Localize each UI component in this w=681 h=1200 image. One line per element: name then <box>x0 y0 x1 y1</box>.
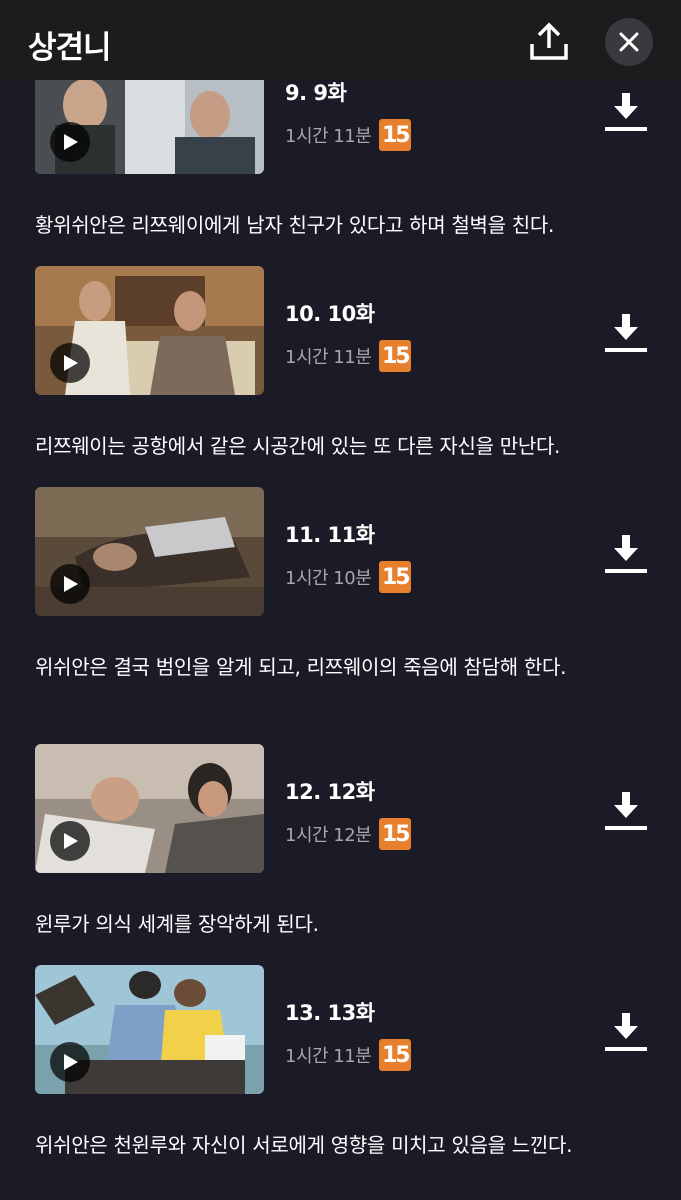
age-rating-label: 15 <box>381 343 411 369</box>
download-icon <box>605 314 647 352</box>
episode-title: 12. 12화 <box>285 780 375 804</box>
age-rating-badge: 15 <box>379 561 412 593</box>
download-icon <box>605 792 647 830</box>
download-button[interactable] <box>602 91 650 135</box>
age-rating-label: 15 <box>381 122 411 148</box>
episode-meta: 1시간 11분 15 <box>285 1039 412 1071</box>
share-upload-icon <box>530 22 568 60</box>
episode-description: 윈루가 의식 세계를 장악하게 된다. <box>35 912 319 936</box>
episode-description: 황위쉬안은 리쯔웨이에게 남자 친구가 있다고 하며 철벽을 친다. <box>35 213 555 237</box>
episode-title: 9. 9화 <box>285 81 347 105</box>
close-button[interactable] <box>605 18 653 66</box>
download-icon <box>605 93 647 131</box>
download-button[interactable] <box>602 312 650 356</box>
age-rating-badge: 15 <box>379 818 412 850</box>
episode-thumbnail[interactable] <box>35 266 264 395</box>
play-icon[interactable] <box>50 1042 90 1082</box>
age-rating-label: 15 <box>381 1042 411 1068</box>
age-rating-badge: 15 <box>379 340 412 372</box>
download-icon <box>605 535 647 573</box>
age-rating-label: 15 <box>381 821 411 847</box>
page-title: 상견니 <box>28 30 112 66</box>
play-icon[interactable] <box>50 122 90 162</box>
download-button[interactable] <box>602 790 650 834</box>
episode-description: 위쉬안은 결국 범인을 알게 되고, 리쯔웨이의 죽음에 참담해 한다. <box>35 655 567 679</box>
episode-duration: 1시간 11분 <box>285 126 372 147</box>
age-rating-badge: 15 <box>379 1039 412 1071</box>
episode-meta: 1시간 11분 15 <box>285 119 412 151</box>
episode-duration: 1시간 11분 <box>285 347 372 368</box>
play-icon[interactable] <box>50 343 90 383</box>
episode-title: 11. 11화 <box>285 523 375 547</box>
close-icon <box>619 32 639 52</box>
episode-meta: 1시간 12분 15 <box>285 818 412 850</box>
download-button[interactable] <box>602 533 650 577</box>
episode-thumbnail[interactable] <box>35 487 264 616</box>
episode-thumbnail[interactable] <box>35 965 264 1094</box>
episode-duration: 1시간 10분 <box>285 568 372 589</box>
top-header: 상견니 <box>0 0 681 80</box>
episode-duration: 1시간 11분 <box>285 1046 372 1067</box>
download-icon <box>605 1013 647 1051</box>
age-rating-label: 15 <box>381 564 411 590</box>
episode-meta: 1시간 10분 15 <box>285 561 412 593</box>
play-icon[interactable] <box>50 821 90 861</box>
share-button[interactable] <box>528 22 570 62</box>
episode-list-screen: 9. 9화 1시간 11분 15 황위쉬안은 리쯔웨이에게 남자 친구가 있다고… <box>0 0 681 1200</box>
episode-meta: 1시간 11분 15 <box>285 340 412 372</box>
episode-thumbnail[interactable] <box>35 744 264 873</box>
download-button[interactable] <box>602 1011 650 1055</box>
episode-title: 13. 13화 <box>285 1001 375 1025</box>
episode-description: 리쯔웨이는 공항에서 같은 시공간에 있는 또 다른 자신을 만난다. <box>35 434 561 458</box>
episode-description: 위쉬안은 천윈루와 자신이 서로에게 영향을 미치고 있음을 느낀다. <box>35 1133 573 1157</box>
play-icon[interactable] <box>50 564 90 604</box>
episode-duration: 1시간 12분 <box>285 825 372 846</box>
age-rating-badge: 15 <box>379 119 412 151</box>
episode-title: 10. 10화 <box>285 302 375 326</box>
